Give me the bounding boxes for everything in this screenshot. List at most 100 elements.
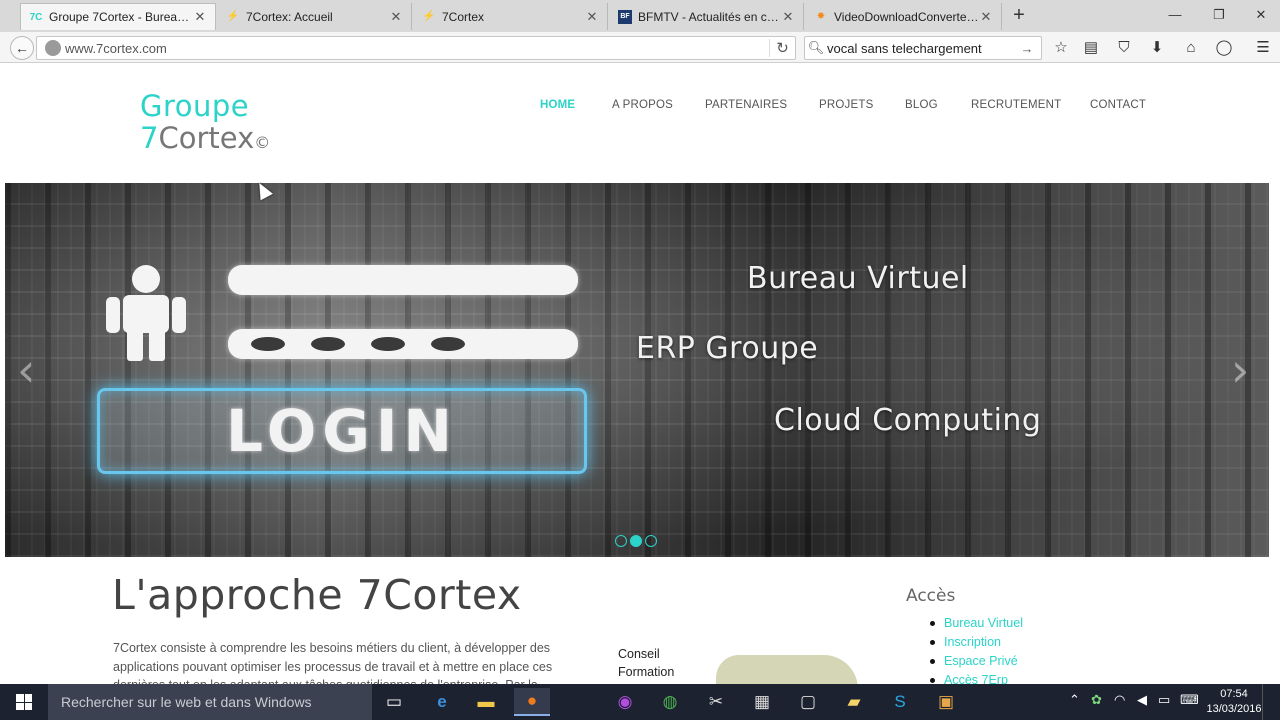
tab-bfmtv[interactable]: BF BFMTV - Actualités en co... ✕ [610, 3, 804, 30]
search-bar[interactable]: 🔍︎ → [804, 36, 1042, 60]
illustration-graphic [716, 655, 858, 684]
link-acces-7erp[interactable]: Accès 7Erp [930, 671, 1023, 684]
reload-icon[interactable]: ↻ [769, 39, 795, 57]
pocket-icon[interactable]: ⛉ [1113, 38, 1135, 58]
site-info-icon[interactable] [45, 40, 61, 56]
carousel-indicator[interactable] [645, 535, 657, 547]
address-url[interactable]: www.7cortex.com [65, 41, 769, 56]
logo-line1: Groupe [140, 89, 250, 123]
nav-recrutement[interactable]: RECRUTEMENT [971, 99, 1061, 111]
link-inscription[interactable]: Inscription [930, 633, 1023, 652]
start-button[interactable] [0, 684, 48, 720]
section-heading: L'approche 7Cortex [112, 571, 522, 619]
clock-date: 13/03/2016 [1206, 703, 1262, 715]
7cortex-favicon-icon: 7C [29, 11, 43, 23]
close-tab-icon[interactable]: ✕ [389, 9, 403, 25]
login-graphic: LOGIN [97, 388, 587, 474]
search-go-icon[interactable]: → [1017, 41, 1037, 56]
search-input[interactable] [827, 40, 1017, 56]
calculator-icon[interactable]: ▦ [744, 688, 780, 716]
tab-title: VideoDownloadConverter,... [834, 9, 979, 24]
search-icon: 🔍︎ [807, 40, 825, 55]
tab-title: 7Cortex [442, 9, 485, 24]
tray-app-icon[interactable]: ✿ [1091, 692, 1102, 708]
tab-videodownloadconverter[interactable]: ✸ VideoDownloadConverter,... ✕ [806, 3, 1002, 30]
edge-icon[interactable]: e [424, 688, 460, 716]
firefox-icon[interactable]: ● [514, 688, 550, 716]
back-button[interactable]: ← [10, 36, 34, 60]
show-hidden-icons-icon[interactable]: ⌃ [1069, 692, 1080, 708]
close-window-icon[interactable]: ✕ [1246, 4, 1276, 26]
user-icon [106, 265, 186, 361]
intro-paragraph: 7Cortex consiste à comprendre les besoin… [113, 641, 553, 684]
slogan-bureau-virtuel: Bureau Virtuel [747, 261, 969, 296]
bfmtv-favicon-icon: BF [618, 9, 632, 24]
password-field-graphic [228, 329, 578, 359]
taskbar-search[interactable]: Rechercher sur le web et dans Windows [48, 684, 372, 720]
downloads-icon[interactable]: ⬇ [1146, 38, 1168, 58]
app2-icon[interactable]: ▣ [928, 688, 964, 716]
login-text: LOGIN [226, 397, 458, 465]
reading-list-icon[interactable]: ▤ [1080, 38, 1102, 58]
file-explorer-icon[interactable]: ▬ [468, 688, 504, 716]
close-tab-icon[interactable]: ✕ [585, 9, 599, 25]
menu-icon[interactable]: ☰ [1252, 38, 1274, 58]
tab-title: Groupe 7Cortex - Bureau ... [49, 10, 193, 24]
window-app-icon[interactable]: ▢ [790, 688, 826, 716]
restore-window-icon[interactable]: ❐ [1204, 4, 1234, 26]
service-conseil: Conseil [618, 647, 660, 661]
service-formation: Formation [618, 665, 675, 679]
carousel-prev-icon[interactable]: ‹ [17, 343, 35, 397]
wifi-icon[interactable]: ◠ [1114, 692, 1125, 708]
tab-title: BFMTV - Actualités en co... [638, 9, 781, 24]
acces-links: Bureau Virtuel Inscription Espace Privé … [930, 614, 1023, 684]
windows-logo-icon [16, 694, 32, 710]
task-view-icon[interactable]: ▭ [376, 688, 412, 716]
carousel-next-icon[interactable]: › [1231, 343, 1249, 397]
carousel-indicators [615, 535, 657, 547]
services-list: Conseil Formation [618, 645, 674, 681]
link-bureau-virtuel[interactable]: Bureau Virtuel [930, 614, 1023, 633]
tab-7cortex[interactable]: ⚡ 7Cortex ✕ [414, 3, 608, 30]
slogan-erp-groupe: ERP Groupe [636, 331, 819, 366]
bookmark-star-icon[interactable]: ☆ [1050, 38, 1072, 58]
close-tab-icon[interactable]: ✕ [781, 9, 795, 25]
nav-a-propos[interactable]: A PROPOS [612, 99, 673, 111]
nav-contact[interactable]: CONTACT [1090, 99, 1146, 111]
tab-groupe-7cortex[interactable]: 7C Groupe 7Cortex - Bureau ... ✕ [20, 3, 216, 30]
link-espace-prive[interactable]: Espace Privé [930, 652, 1023, 671]
tab-7cortex-accueil[interactable]: ⚡ 7Cortex: Accueil ✕ [218, 3, 412, 30]
nav-home[interactable]: HOME [540, 99, 575, 111]
acces-title: Accès [906, 586, 956, 606]
nav-blog[interactable]: BLOG [905, 99, 938, 111]
vdc-favicon-icon: ✸ [816, 11, 826, 22]
slogan-cloud-computing: Cloud Computing [774, 403, 1042, 438]
browser-tab-bar: 7C Groupe 7Cortex - Bureau ... ✕ ⚡ 7Cort… [0, 0, 1280, 32]
windows-taskbar: Rechercher sur le web et dans Windows ▭ … [0, 684, 1280, 720]
close-tab-icon[interactable]: ✕ [979, 9, 993, 25]
chrome-icon[interactable]: ◍ [652, 688, 688, 716]
hero-carousel[interactable]: LOGIN Bureau Virtuel ERP Groupe Cloud Co… [5, 183, 1269, 557]
logo-line2: 7Cortex© [140, 121, 271, 155]
new-tab-button[interactable]: + [1008, 5, 1030, 27]
skype-icon[interactable]: S [882, 688, 918, 716]
volume-icon[interactable]: ◀ [1137, 692, 1147, 708]
carousel-indicator[interactable] [615, 535, 627, 547]
minimize-window-icon[interactable]: — [1160, 4, 1190, 26]
username-field-graphic [228, 265, 578, 295]
address-bar[interactable]: www.7cortex.com ↻ [36, 36, 796, 60]
show-desktop-button[interactable] [1262, 684, 1280, 720]
tools-icon[interactable]: ✂ [698, 688, 734, 716]
site-logo[interactable]: Groupe 7Cortex© [140, 90, 270, 159]
system-clock[interactable]: 07:54 13/03/2016 [1206, 687, 1262, 717]
action-center-icon[interactable]: ▭ [1158, 692, 1170, 708]
keyboard-icon[interactable]: ⌨ [1180, 692, 1199, 708]
nav-partenaires[interactable]: PARTENAIRES [705, 99, 787, 111]
nav-projets[interactable]: PROJETS [819, 99, 873, 111]
close-tab-icon[interactable]: ✕ [193, 9, 207, 25]
app-icon[interactable]: ◉ [607, 688, 643, 716]
home-icon[interactable]: ⌂ [1180, 38, 1202, 58]
folder-icon[interactable]: ▰ [836, 688, 872, 716]
chat-icon[interactable]: ◯ [1213, 38, 1235, 58]
carousel-indicator[interactable] [630, 535, 642, 547]
